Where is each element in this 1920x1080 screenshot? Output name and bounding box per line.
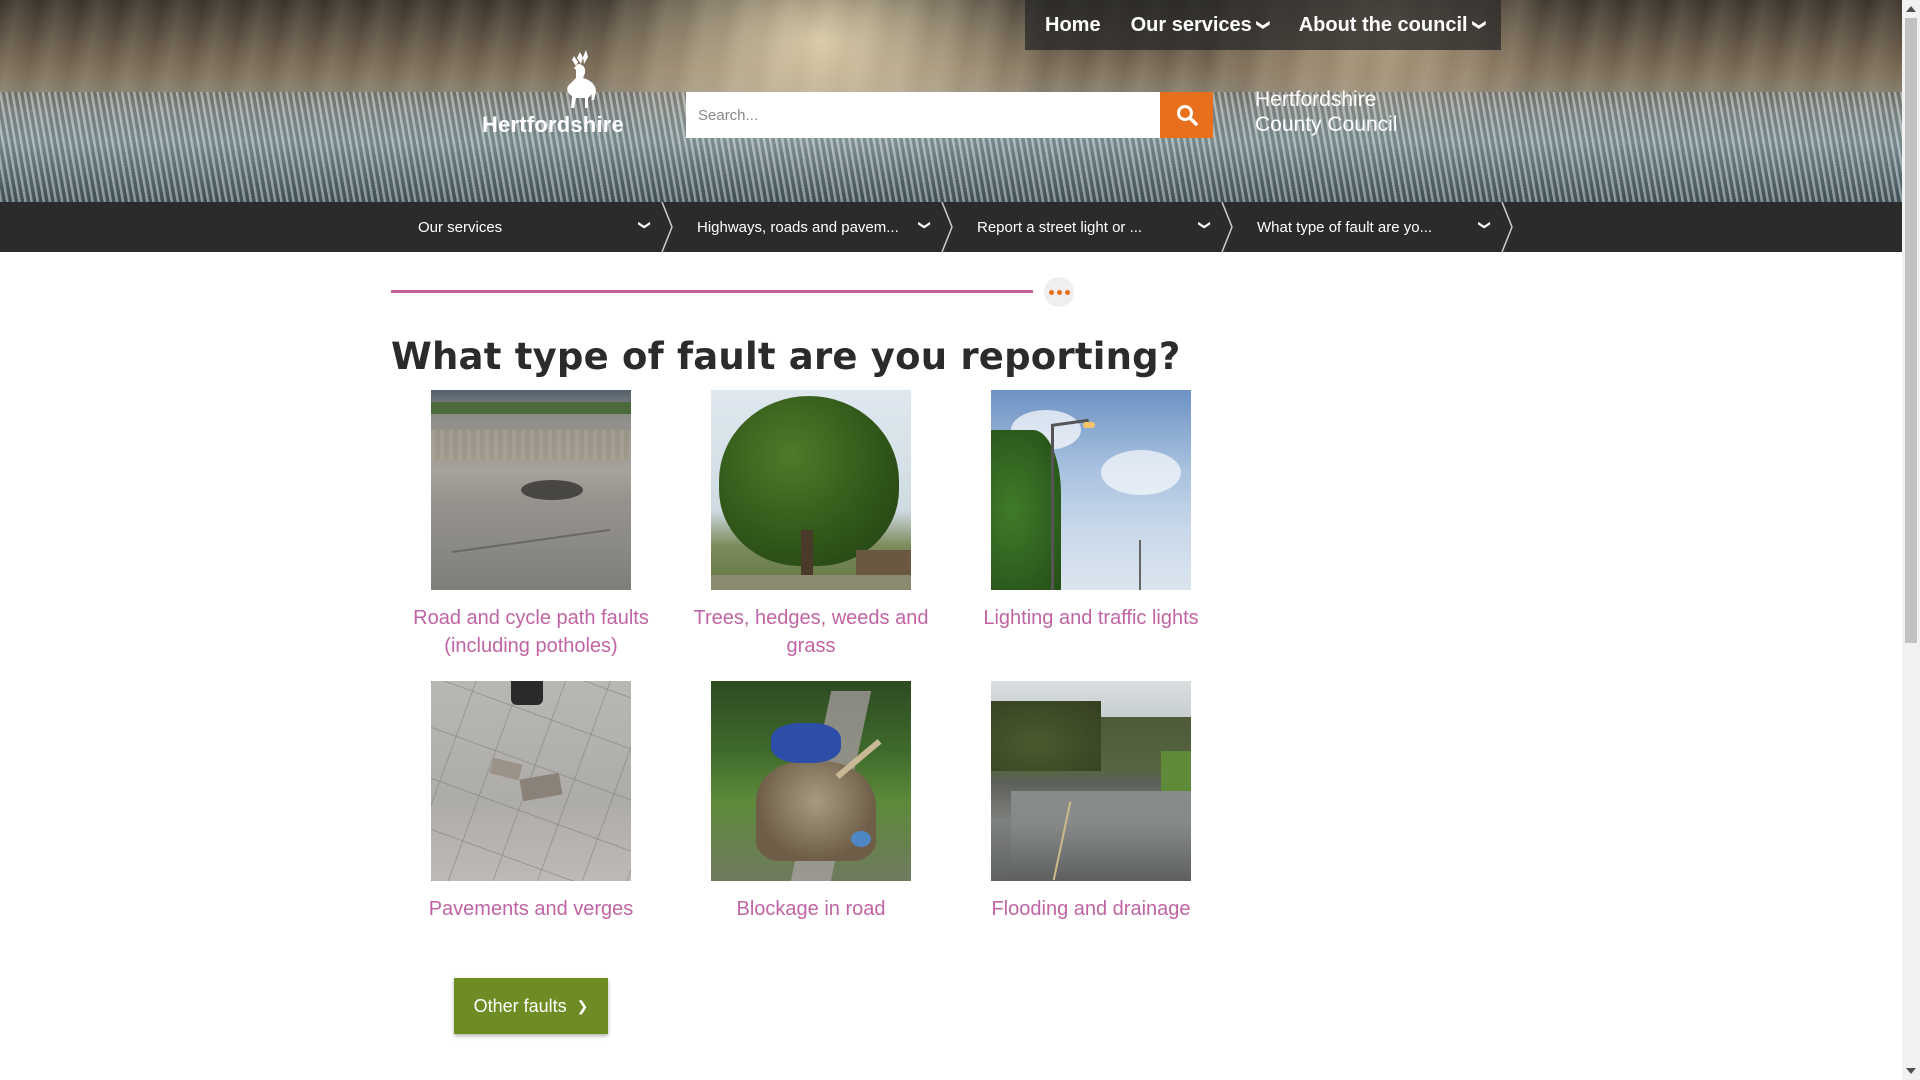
broken-pavement-photo[interactable] <box>431 681 631 881</box>
nav-home-label: Home <box>1045 13 1101 36</box>
breadcrumb-item-fault-type[interactable]: What type of fault are yo... ❯ <box>1232 202 1513 252</box>
breadcrumb-separator <box>1501 202 1513 252</box>
fault-card-label: Lighting and traffic lights <box>983 607 1199 629</box>
chevron-down-icon: ❯ <box>1256 19 1272 31</box>
scrollbar-thumb[interactable] <box>1905 18 1917 643</box>
site-header: Home Our services ❯ About the council ❯ He… <box>0 0 1902 202</box>
fault-card-label: Road and cycle path faults (including po… <box>413 607 649 657</box>
chevron-down-icon: ❯ <box>1197 219 1212 231</box>
flooded-road-photo[interactable] <box>991 681 1191 881</box>
other-faults-button[interactable]: Other faults ❯ <box>454 978 608 1034</box>
breadcrumb-label: Highways, roads and pavem... <box>697 218 899 236</box>
fault-card-label: Trees, hedges, weeds and grass <box>693 607 929 657</box>
council-name-line2: County Council <box>1255 113 1398 136</box>
fault-card-flooding[interactable]: Flooding and drainage <box>966 681 1216 923</box>
more-dots-icon <box>1047 289 1071 295</box>
breadcrumb-label: Report a street light or ... <box>977 218 1143 236</box>
breadcrumb-item-our-services[interactable]: Our services ❯ <box>392 202 673 252</box>
scroll-up-arrow-icon[interactable] <box>1906 6 1916 12</box>
fault-card-lighting[interactable]: Lighting and traffic lights <box>966 390 1216 632</box>
page-scrollbar[interactable] <box>1902 0 1920 1080</box>
fly-tipping-photo[interactable] <box>711 681 911 881</box>
breadcrumb-label: Our services <box>418 218 503 236</box>
breadcrumb-item-report-street-light[interactable]: Report a street light or ... ❯ <box>952 202 1233 252</box>
chevron-right-icon: ❯ <box>576 997 589 1014</box>
fault-card-label: Blockage in road <box>736 898 886 920</box>
nav-about-council-menu[interactable]: About the council ❯ <box>1298 13 1488 37</box>
breadcrumb-item-highways[interactable]: Highways, roads and pavem... ❯ <box>672 202 953 252</box>
fault-card-road[interactable]: Road and cycle path faults (including po… <box>406 390 656 660</box>
fault-card-label: Flooding and drainage <box>991 898 1191 920</box>
fault-card-label: Pavements and verges <box>428 898 634 920</box>
chevron-down-icon: ❯ <box>637 219 652 231</box>
stag-logo-icon <box>567 50 596 108</box>
pothole-road-photo[interactable] <box>431 390 631 590</box>
hertfordshire-logo[interactable]: Hertfordshire <box>478 48 628 140</box>
council-name-line1: Hertfordshire <box>1255 88 1377 111</box>
nav-home-link[interactable]: Home <box>1045 14 1101 37</box>
nav-our-services-menu[interactable]: Our services ❯ <box>1130 13 1272 37</box>
breadcrumb-label: What type of fault are yo... <box>1257 218 1433 236</box>
street-light-photo[interactable] <box>991 390 1191 590</box>
chevron-down-icon: ❯ <box>1472 19 1488 31</box>
tree-photo[interactable] <box>711 390 911 590</box>
fault-card-trees[interactable]: Trees, hedges, weeds and grass <box>686 390 936 660</box>
county-council-name: Hertfordshire County Council <box>1255 87 1397 137</box>
search-icon <box>1176 105 1198 126</box>
progress-line <box>391 290 1033 293</box>
fault-card-blockage[interactable]: Blockage in road <box>686 681 936 923</box>
nav-about-council-label: About the council <box>1298 13 1468 36</box>
logo-text: Hertfordshire <box>482 112 624 137</box>
chevron-down-icon: ❯ <box>1477 219 1492 231</box>
search-input[interactable] <box>686 92 1160 138</box>
more-options-button[interactable] <box>1044 277 1074 307</box>
page-title: What type of fault are you reporting? <box>391 335 1181 378</box>
search-button[interactable] <box>1160 92 1213 138</box>
top-navigation: Home Our services ❯ About the council ❯ <box>1025 0 1501 50</box>
search-bar <box>686 92 1213 138</box>
nav-our-services-label: Our services <box>1130 13 1252 36</box>
fault-card-pavements[interactable]: Pavements and verges <box>406 681 656 923</box>
chevron-down-icon: ❯ <box>917 219 932 231</box>
breadcrumb: Our services ❯ Highways, roads and pavem… <box>0 202 1902 252</box>
scroll-down-arrow-icon[interactable] <box>1906 1068 1916 1074</box>
other-faults-label: Other faults <box>473 995 567 1016</box>
